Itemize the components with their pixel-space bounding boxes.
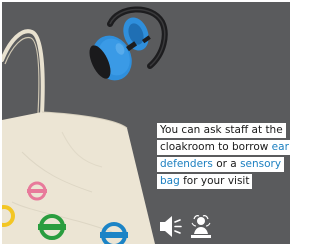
caption-text-4-suffix: for your visit — [179, 175, 250, 187]
sensory-info-card: You can ask staff at the cloakroom to bo… — [2, 2, 290, 244]
caption-line-3: defenders or a sensory — [157, 157, 285, 172]
caption-highlight-ear: ear — [271, 141, 289, 153]
caption-line-4: bag for your visit — [157, 174, 253, 189]
caption-highlight-defenders: defenders — [160, 158, 213, 170]
caption-text-1: You can ask staff at the — [157, 123, 286, 138]
caption-text-2-prefix: cloakroom to borrow — [160, 141, 272, 153]
caption-highlight-sensory: sensory — [240, 158, 282, 170]
accessibility-icons — [158, 214, 218, 244]
caption-line-2: cloakroom to borrow ear — [157, 140, 290, 155]
caption-text-3: defenders or a sensory — [157, 157, 285, 172]
loud-sound-icon — [160, 216, 182, 237]
caption-line-1: You can ask staff at the — [157, 123, 286, 138]
sensory-person-icon — [191, 215, 211, 238]
caption-text-3-middle: or a — [212, 158, 241, 170]
caption-text-2: cloakroom to borrow ear — [157, 140, 290, 155]
caption-highlight-bag: bag — [160, 175, 180, 187]
caption-text-4: bag for your visit — [157, 174, 253, 189]
